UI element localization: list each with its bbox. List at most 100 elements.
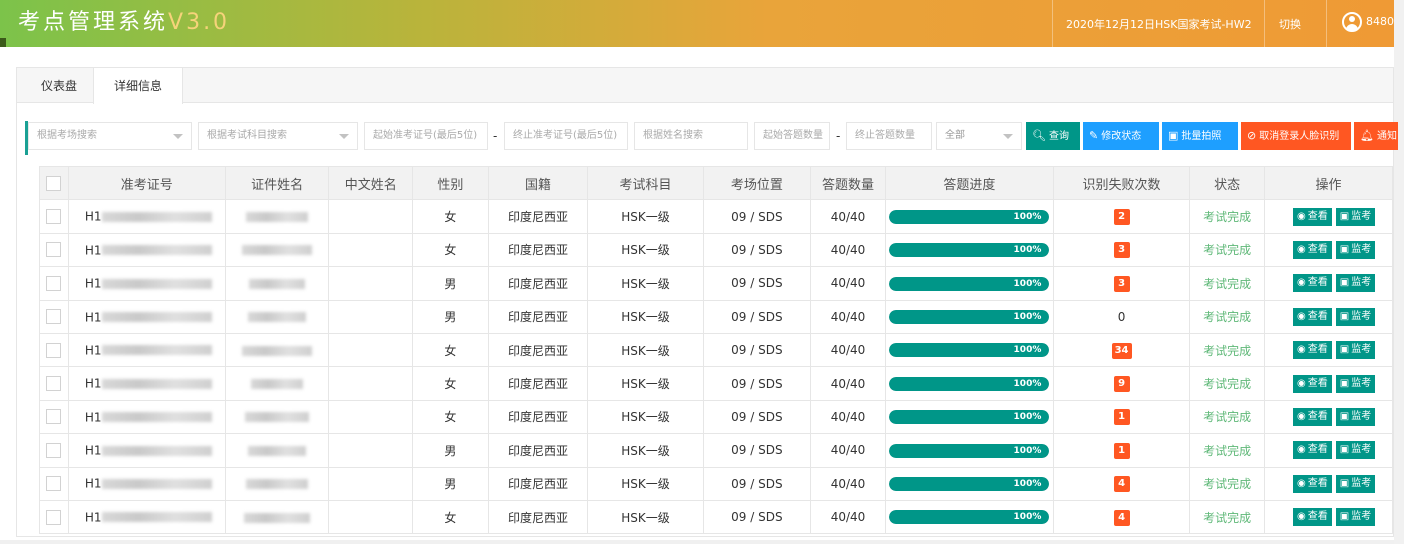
fail-count-badge: 1	[1113, 409, 1130, 426]
tab-details[interactable]: 详细信息	[93, 68, 184, 104]
view-button[interactable]: ◉ 查看	[1293, 508, 1332, 527]
ticket-number-prefix: H1	[84, 243, 102, 258]
fail-count-badge: 34	[1111, 342, 1132, 359]
user-avatar-icon	[1342, 12, 1362, 32]
status-cell: 考试完成	[1189, 299, 1266, 334]
id-name-cell	[224, 499, 330, 535]
col-id-name: 证件姓名	[224, 165, 330, 201]
name-search-input[interactable]: 根据姓名搜索	[634, 122, 748, 150]
end-ticket-input[interactable]: 终止准考证号(最后5位)	[504, 122, 628, 150]
progress-cell: 100%	[884, 466, 1054, 501]
redacted-ticket-number	[101, 211, 212, 222]
table-row: H1 男印度尼西亚 HSK一级 09 / SDS 40/40 100% 4 考试完成 ◉ 查看 ▣ 监…	[39, 466, 1393, 501]
view-button-label: 查看	[1307, 477, 1328, 489]
select-all-checkbox[interactable]	[46, 175, 62, 191]
table-row: H1 男印度尼西亚 HSK一级 09 / SDS 40/40 100% 3 考试完成 ◉ 查看 ▣ 监…	[39, 266, 1393, 301]
bell-icon: 🔔︎	[1360, 129, 1374, 142]
row-checkbox[interactable]	[46, 476, 62, 492]
table-row: H1 女印度尼西亚 HSK一级 09 / SDS 40/40 100% 34 考试完成 ◉ 查看 ▣…	[39, 332, 1393, 368]
status-cell: 考试完成	[1189, 266, 1266, 301]
subject-cell: HSK一级	[587, 332, 704, 368]
batch-photo-button[interactable]: ▣ 批量拍照	[1162, 122, 1238, 150]
row-select-cell	[39, 299, 69, 334]
edit-status-button[interactable]: ✎ 修改状态	[1083, 122, 1159, 150]
location-cell: 09 / SDS	[702, 332, 812, 368]
row-checkbox[interactable]	[46, 275, 62, 291]
view-button[interactable]: ◉ 查看	[1293, 474, 1332, 493]
monitor-button[interactable]: ▣ 监考	[1335, 341, 1376, 360]
ticket-number-prefix: H1	[84, 209, 102, 224]
header-divider	[1264, 0, 1265, 47]
row-checkbox[interactable]	[46, 209, 62, 225]
search-icon: 🔍︎	[1032, 129, 1046, 142]
user-menu[interactable]: 8480	[1342, 12, 1394, 32]
redacted-id-name	[251, 379, 304, 390]
row-checkbox[interactable]	[46, 242, 62, 258]
view-button[interactable]: ◉ 查看	[1293, 407, 1332, 426]
progress-cell: 100%	[884, 433, 1054, 468]
filter-bar: 根据考场搜索 根据考试科目搜索 起始准考证号(最后5位) - 终止准考证号(最后…	[25, 121, 1398, 155]
view-button-label: 查看	[1307, 511, 1328, 523]
redacted-id-name	[248, 445, 307, 456]
location-cell: 09 / SDS	[702, 232, 812, 268]
monitor-button[interactable]: ▣ 监考	[1335, 307, 1376, 326]
room-search-placeholder: 根据考场搜索	[37, 130, 97, 141]
chinese-name-cell	[328, 499, 414, 535]
nationality-cell: 印度尼西亚	[487, 466, 589, 501]
vertical-scrollbar[interactable]	[1394, 0, 1404, 544]
row-checkbox[interactable]	[46, 376, 62, 392]
monitor-button[interactable]: ▣ 监考	[1335, 508, 1376, 527]
progress-cell: 100%	[884, 266, 1054, 301]
id-name-cell	[224, 399, 330, 435]
row-select-cell	[39, 366, 69, 401]
view-button[interactable]: ◉ 查看	[1293, 341, 1332, 360]
notify-button[interactable]: 🔔︎ 通知	[1354, 122, 1398, 150]
start-count-input[interactable]: 起始答题数量	[754, 122, 830, 150]
col-location: 考场位置	[702, 165, 812, 201]
search-button[interactable]: 🔍︎ 查询	[1026, 122, 1080, 150]
row-checkbox[interactable]	[46, 442, 62, 458]
answer-count-cell: 40/40	[810, 499, 886, 535]
chinese-name-cell	[328, 332, 414, 368]
row-checkbox[interactable]	[46, 309, 62, 325]
monitor-button[interactable]: ▣ 监考	[1335, 207, 1376, 226]
actions-cell: ◉ 查看 ▣ 监考	[1264, 466, 1393, 501]
view-button[interactable]: ◉ 查看	[1293, 240, 1332, 259]
id-name-cell	[224, 299, 330, 334]
view-button[interactable]: ◉ 查看	[1293, 207, 1332, 226]
monitor-button[interactable]: ▣ 监考	[1335, 474, 1376, 493]
gender-cell: 女	[412, 199, 489, 234]
switch-exam-link[interactable]: 切换	[1279, 16, 1301, 32]
progress-label: 100%	[1013, 445, 1042, 456]
monitor-button[interactable]: ▣ 监考	[1335, 374, 1376, 393]
start-ticket-input[interactable]: 起始准考证号(最后5位)	[364, 122, 488, 150]
view-button[interactable]: ◉ 查看	[1293, 441, 1332, 460]
tab-dashboard[interactable]: 仪表盘	[21, 68, 97, 104]
row-checkbox[interactable]	[46, 509, 62, 525]
view-button[interactable]: ◉ 查看	[1293, 307, 1332, 326]
end-count-input[interactable]: 终止答题数量	[846, 122, 932, 150]
monitor-button[interactable]: ▣ 监考	[1335, 274, 1376, 293]
progress-bar: 100%	[889, 443, 1050, 458]
status-select[interactable]: 全部	[936, 122, 1022, 150]
view-button[interactable]: ◉ 查看	[1293, 374, 1332, 393]
search-button-label: 查询	[1048, 131, 1069, 142]
ticket-number-prefix: H1	[84, 376, 102, 391]
chinese-name-cell	[328, 433, 414, 468]
row-checkbox[interactable]	[46, 409, 62, 425]
ticket-number-cell: H1	[67, 232, 226, 268]
monitor-button[interactable]: ▣ 监考	[1335, 407, 1376, 426]
view-button[interactable]: ◉ 查看	[1293, 274, 1332, 293]
room-search-select[interactable]: 根据考场搜索	[28, 122, 192, 150]
row-checkbox[interactable]	[46, 342, 62, 358]
monitor-button-label: 监考	[1351, 277, 1372, 289]
monitor-button[interactable]: ▣ 监考	[1335, 441, 1376, 460]
monitor-button[interactable]: ▣ 监考	[1335, 240, 1376, 259]
progress-label: 100%	[1013, 512, 1042, 523]
monitor-button-label: 监考	[1351, 477, 1372, 489]
subject-search-select[interactable]: 根据考试科目搜索	[198, 122, 358, 150]
row-select-cell	[39, 399, 69, 435]
cancel-face-login-button[interactable]: ⊘ 取消登录人脸识别	[1241, 122, 1351, 150]
col-nationality: 国籍	[487, 165, 589, 201]
app-title: 考点管理系统	[18, 10, 169, 35]
